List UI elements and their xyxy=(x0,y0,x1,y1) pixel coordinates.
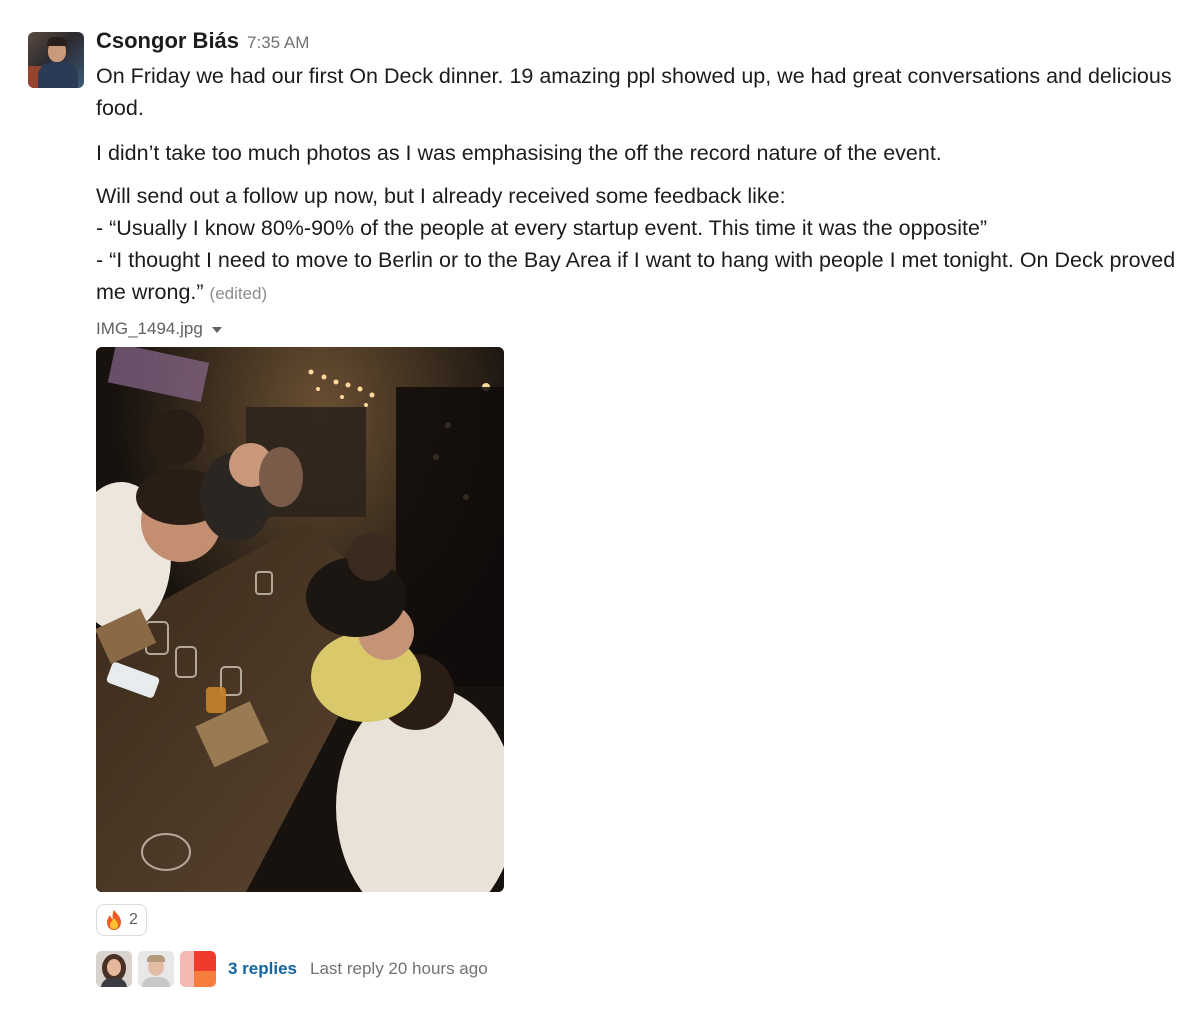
avatar-hair xyxy=(147,955,165,962)
photo-illustration xyxy=(96,347,504,892)
replies-link[interactable]: 3 replies xyxy=(228,959,297,979)
avatar-body xyxy=(38,62,78,88)
avatar-body xyxy=(142,977,170,987)
avatar-hair xyxy=(47,37,67,46)
message-paragraph-1: On Friday we had our first On Deck dinne… xyxy=(96,64,1172,120)
last-reply-text: Last reply 20 hours ago xyxy=(310,959,488,978)
edited-label: (edited) xyxy=(209,284,268,303)
attachment-filename[interactable]: IMG_1494.jpg xyxy=(96,319,203,339)
caret-down-icon[interactable] xyxy=(211,327,222,333)
message: Csongor Biás 7:35 AM On Friday we had ou… xyxy=(0,0,1200,1014)
feedback-intro: Will send out a follow up now, but I alr… xyxy=(96,184,786,208)
message-paragraph-2: I didn’t take too much photos as I was e… xyxy=(96,141,942,165)
reaction-button[interactable]: 2 xyxy=(96,904,147,936)
message-paragraph-3: Will send out a follow up now, but I alr… xyxy=(96,180,1186,310)
message-header: Csongor Biás 7:35 AM xyxy=(96,28,1186,60)
avatar-shape xyxy=(194,971,216,987)
author-name[interactable]: Csongor Biás xyxy=(96,28,239,54)
feedback-quote-2: - “I thought I need to move to Berlin or… xyxy=(96,244,1186,310)
attachment-image[interactable] xyxy=(96,347,504,892)
author-avatar[interactable] xyxy=(28,32,84,88)
reply-avatar-2[interactable] xyxy=(138,951,174,987)
reaction-count: 2 xyxy=(129,911,138,928)
reply-avatar-1[interactable] xyxy=(96,951,132,987)
avatar-face xyxy=(107,959,121,976)
avatar-body xyxy=(101,978,127,987)
fire-icon xyxy=(107,910,121,930)
message-content: Csongor Biás 7:35 AM On Friday we had ou… xyxy=(96,28,1186,342)
reply-avatar-3[interactable] xyxy=(180,951,216,987)
attachment-title[interactable]: IMG_1494.jpg xyxy=(96,316,1186,342)
message-timestamp[interactable]: 7:35 AM xyxy=(247,33,309,53)
avatar-shape xyxy=(194,951,216,973)
feedback-quote-1: - “Usually I know 80%-90% of the people … xyxy=(96,216,988,240)
thread-summary[interactable]: 3 replies Last reply 20 hours ago xyxy=(96,950,488,988)
